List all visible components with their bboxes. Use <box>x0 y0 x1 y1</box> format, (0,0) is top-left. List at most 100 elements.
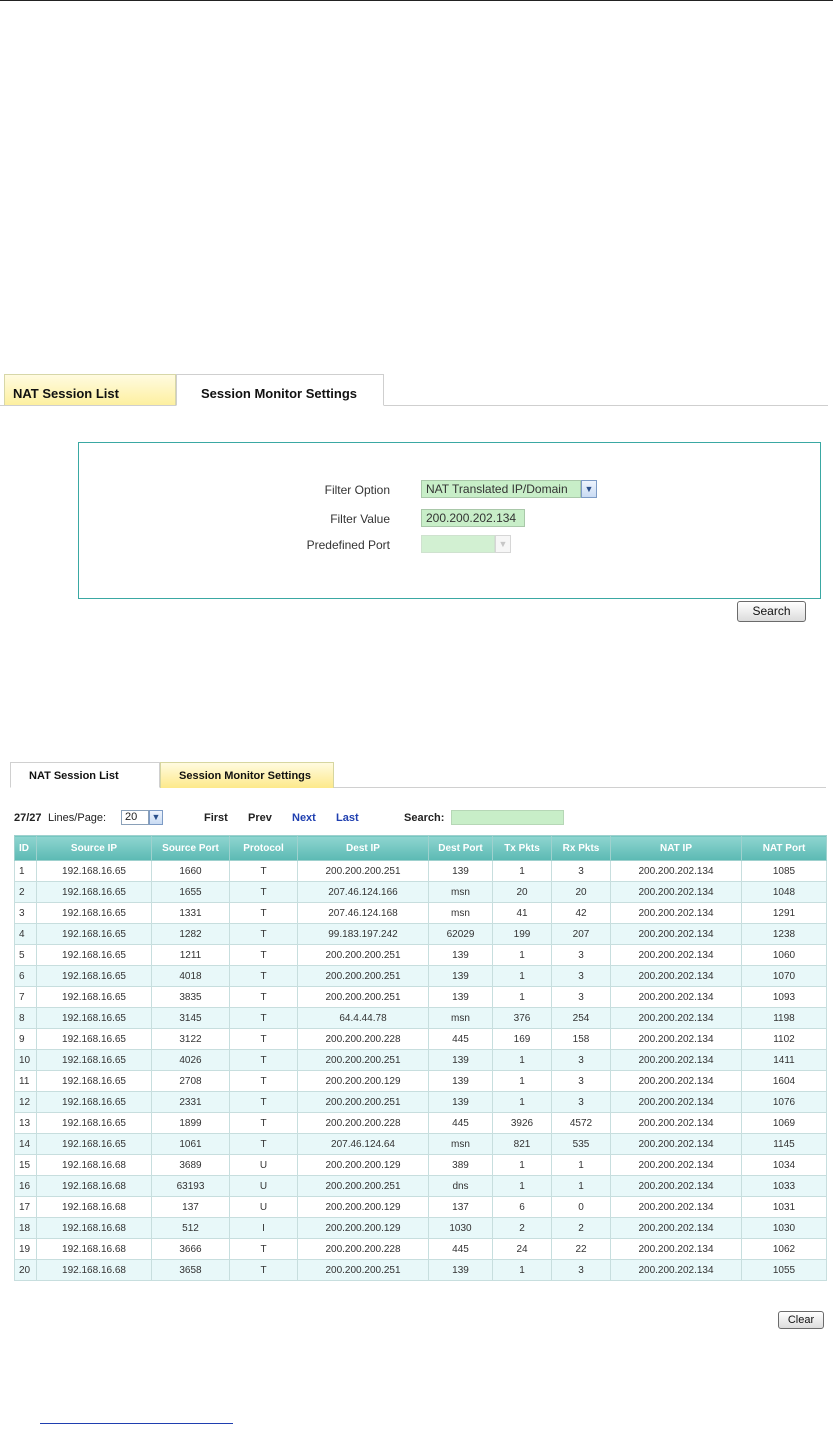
cell-source-ip: 192.168.16.65 <box>36 923 152 945</box>
tab-session-monitor-settings[interactable]: Session Monitor Settings <box>176 374 384 406</box>
tab-nat-session-list-active[interactable]: NAT Session List <box>10 762 160 788</box>
footer-link-underline[interactable] <box>40 1423 233 1424</box>
chevron-down-icon[interactable]: ▼ <box>149 810 163 825</box>
table-row: 5 192.168.16.65 1211 T 200.200.200.251 139 1 3 2… <box>14 944 827 966</box>
cell-rx-pkts: 158 <box>551 1028 611 1050</box>
table-row: 12 192.168.16.65 2331 T 200.200.200.251 139 1 3… <box>14 1091 827 1113</box>
cell-source-ip: 192.168.16.65 <box>36 1070 152 1092</box>
filter-panel: Filter Option NAT Translated IP/Domain ▼ … <box>78 442 821 599</box>
first-page-link[interactable]: First <box>204 812 228 824</box>
cell-source-port: 4026 <box>151 1049 230 1071</box>
filter-value-text[interactable]: 200.200.202.134 <box>421 509 525 527</box>
cell-dest-ip: 200.200.200.251 <box>297 944 429 966</box>
cell-tx-pkts: 1 <box>492 1070 552 1092</box>
cell-dest-port: 137 <box>428 1196 493 1218</box>
cell-dest-ip: 200.200.200.251 <box>297 1259 429 1281</box>
col-header-id[interactable]: ID <box>14 835 37 861</box>
cell-nat-port: 1411 <box>741 1049 827 1071</box>
next-page-link[interactable]: Next <box>292 812 316 824</box>
cell-nat-port: 1033 <box>741 1175 827 1197</box>
cell-source-port: 3689 <box>151 1154 230 1176</box>
cell-dest-port: 139 <box>428 1049 493 1071</box>
cell-protocol: T <box>229 1238 298 1260</box>
cell-nat-port: 1031 <box>741 1196 827 1218</box>
filter-value-input[interactable]: 200.200.202.134 <box>421 509 525 527</box>
table-row: 2 192.168.16.65 1655 T 207.46.124.166 msn 20 20… <box>14 881 827 903</box>
cell-dest-port: msn <box>428 902 493 924</box>
filter-value-label: Filter Value <box>330 512 390 526</box>
col-header-nat-ip[interactable]: NAT IP <box>610 835 742 861</box>
col-header-source-ip[interactable]: Source IP <box>36 835 152 861</box>
cell-source-ip: 192.168.16.68 <box>36 1259 152 1281</box>
page-top-rule <box>0 0 833 1</box>
cell-protocol: T <box>229 902 298 924</box>
cell-dest-port: 139 <box>428 1070 493 1092</box>
cell-protocol: U <box>229 1175 298 1197</box>
search-button[interactable]: Search <box>737 601 806 622</box>
col-header-dest-port[interactable]: Dest Port <box>428 835 493 861</box>
chevron-down-icon[interactable]: ▼ <box>495 535 511 553</box>
cell-nat-ip: 200.200.202.134 <box>610 1217 742 1239</box>
cell-dest-port: 445 <box>428 1028 493 1050</box>
lines-per-page-value[interactable]: 20 <box>121 810 149 825</box>
cell-nat-ip: 200.200.202.134 <box>610 1028 742 1050</box>
filter-option-select[interactable]: NAT Translated IP/Domain ▼ <box>421 480 597 498</box>
col-header-nat-port[interactable]: NAT Port <box>741 835 827 861</box>
cell-id: 4 <box>14 923 37 945</box>
lines-per-page-select[interactable]: 20 ▼ <box>121 810 163 825</box>
cell-protocol: T <box>229 1007 298 1029</box>
predefined-port-value[interactable] <box>421 535 495 553</box>
cell-id: 12 <box>14 1091 37 1113</box>
cell-dest-ip: 207.46.124.64 <box>297 1133 429 1155</box>
cell-nat-ip: 200.200.202.134 <box>610 944 742 966</box>
cell-id: 17 <box>14 1196 37 1218</box>
cell-rx-pkts: 2 <box>551 1217 611 1239</box>
cell-source-ip: 192.168.16.68 <box>36 1175 152 1197</box>
cell-tx-pkts: 1 <box>492 1049 552 1071</box>
cell-tx-pkts: 1 <box>492 965 552 987</box>
cell-protocol: T <box>229 1028 298 1050</box>
clear-button[interactable]: Clear <box>778 1311 824 1329</box>
cell-id: 16 <box>14 1175 37 1197</box>
chevron-down-icon[interactable]: ▼ <box>581 480 597 498</box>
col-header-dest-ip[interactable]: Dest IP <box>297 835 429 861</box>
cell-id: 13 <box>14 1112 37 1134</box>
table-header-row: ID Source IP Source Port Protocol Dest I… <box>14 835 827 861</box>
cell-tx-pkts: 1 <box>492 1259 552 1281</box>
cell-dest-port: 389 <box>428 1154 493 1176</box>
cell-nat-ip: 200.200.202.134 <box>610 1070 742 1092</box>
cell-id: 5 <box>14 944 37 966</box>
cell-source-ip: 192.168.16.68 <box>36 1217 152 1239</box>
filter-option-value[interactable]: NAT Translated IP/Domain <box>421 480 581 498</box>
col-header-source-port[interactable]: Source Port <box>151 835 230 861</box>
prev-page-link[interactable]: Prev <box>248 812 272 824</box>
cell-id: 19 <box>14 1238 37 1260</box>
cell-source-port: 1660 <box>151 860 230 882</box>
table-row: 15 192.168.16.68 3689 U 200.200.200.129 389 1 1… <box>14 1154 827 1176</box>
cell-source-port: 137 <box>151 1196 230 1218</box>
cell-rx-pkts: 3 <box>551 1070 611 1092</box>
cell-tx-pkts: 1 <box>492 860 552 882</box>
cell-nat-ip: 200.200.202.134 <box>610 1091 742 1113</box>
last-page-link[interactable]: Last <box>336 812 359 824</box>
cell-rx-pkts: 254 <box>551 1007 611 1029</box>
col-header-tx-pkts[interactable]: Tx Pkts <box>492 835 552 861</box>
cell-id: 6 <box>14 965 37 987</box>
predefined-port-select[interactable]: ▼ <box>421 535 511 553</box>
cell-protocol: U <box>229 1154 298 1176</box>
col-header-protocol[interactable]: Protocol <box>229 835 298 861</box>
cell-nat-ip: 200.200.202.134 <box>610 1133 742 1155</box>
cell-id: 15 <box>14 1154 37 1176</box>
cell-dest-ip: 64.4.44.78 <box>297 1007 429 1029</box>
cell-dest-port: 139 <box>428 965 493 987</box>
cell-rx-pkts: 3 <box>551 1049 611 1071</box>
cell-protocol: T <box>229 1133 298 1155</box>
cell-nat-port: 1093 <box>741 986 827 1008</box>
tab-session-monitor-settings-inactive[interactable]: Session Monitor Settings <box>160 762 334 788</box>
cell-rx-pkts: 3 <box>551 944 611 966</box>
table-search-input[interactable] <box>451 810 564 825</box>
predefined-port-row: Predefined Port ▼ <box>79 535 820 555</box>
cell-nat-port: 1102 <box>741 1028 827 1050</box>
tab-nat-session-list[interactable]: NAT Session List <box>4 374 176 405</box>
col-header-rx-pkts[interactable]: Rx Pkts <box>551 835 611 861</box>
